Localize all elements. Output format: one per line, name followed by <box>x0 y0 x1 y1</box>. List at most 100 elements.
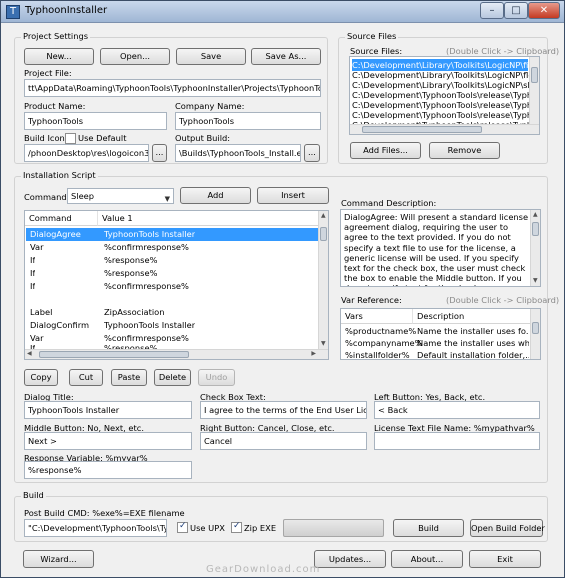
dialog-title-input[interactable]: TyphoonTools Installer <box>24 401 192 419</box>
var-reference-label: Var Reference: <box>341 295 402 305</box>
left-button-input[interactable]: < Back <box>374 401 540 419</box>
response-variable-input[interactable]: %response% <box>24 461 192 479</box>
minimize-button[interactable]: – <box>480 2 504 19</box>
post-build-input[interactable]: "C:\Development\TyphoonTools\Typho <box>24 519 167 537</box>
wizard-button[interactable]: Wizard... <box>23 550 94 568</box>
scroll-thumb[interactable] <box>362 126 482 133</box>
scroll-down-icon[interactable]: ▼ <box>533 277 538 285</box>
source-list-hscroll[interactable] <box>350 124 539 134</box>
cell-command: If <box>30 281 36 291</box>
post-build-label: Post Build CMD: %exe%=EXE filename <box>24 508 185 518</box>
build-icon-input[interactable]: /phoonDesktop\res\logoicon3.ico <box>24 144 149 162</box>
output-build-input[interactable]: \Builds\TyphoonTools_Install.exe <box>175 144 301 162</box>
delete-button[interactable]: Delete <box>154 369 191 386</box>
column-header-command[interactable]: Command <box>25 211 98 226</box>
scroll-up-icon[interactable]: ▲ <box>533 211 538 219</box>
zip-exe-checkbox[interactable] <box>231 521 242 533</box>
build-group: Build Post Build CMD: %exe%=EXE filename… <box>14 490 548 542</box>
scroll-thumb[interactable] <box>531 67 538 83</box>
command-description-box[interactable]: DialogAgree: Will present a standard lic… <box>340 209 541 287</box>
var-description: Name the installer uses when ... <box>417 338 529 348</box>
var-description: Default installation folder,... <box>417 350 529 360</box>
product-name-input[interactable]: TyphoonTools <box>24 112 167 130</box>
source-files-list[interactable]: C:\Development\Library\Toolkits\LogicNP\… <box>349 56 540 135</box>
source-files-label: Source Files: <box>350 46 403 56</box>
cell-value: %confirmresponse% <box>104 333 189 343</box>
close-button[interactable]: ✕ <box>528 2 560 19</box>
right-button-input[interactable]: Cancel <box>200 432 367 450</box>
cell-value: %confirmresponse% <box>104 242 189 252</box>
use-upx-label: Use UPX <box>190 523 225 533</box>
chevron-down-icon: ▼ <box>164 195 170 203</box>
scroll-thumb[interactable] <box>532 322 539 334</box>
column-header-vars[interactable]: Vars <box>341 309 413 324</box>
updates-button[interactable]: Updates... <box>314 550 386 568</box>
description-vscroll[interactable]: ▲ ▼ <box>530 210 540 286</box>
var-list-vscroll[interactable] <box>530 309 540 359</box>
cell-command: If <box>30 255 36 265</box>
new-button[interactable]: New... <box>24 48 94 65</box>
cell-command: Var <box>30 242 44 252</box>
script-list-vscroll[interactable]: ▲ ▼ <box>318 211 328 349</box>
exit-button[interactable]: Exit <box>469 550 541 568</box>
var-name[interactable]: %productname% <box>345 326 416 336</box>
cell-value: %response% <box>104 268 158 278</box>
command-label: Command: <box>24 192 70 202</box>
app-icon: T <box>6 5 20 19</box>
window-title: TyphoonInstaller <box>25 5 108 16</box>
open-button[interactable]: Open... <box>100 48 170 65</box>
column-header-value[interactable]: Value 1 <box>98 211 319 226</box>
save-as-button[interactable]: Save As... <box>251 48 321 65</box>
var-reference-list[interactable]: Vars Description %productname% Name the … <box>340 308 541 360</box>
cell-command: Label <box>30 307 53 317</box>
command-select[interactable]: Sleep ▼ <box>67 188 174 204</box>
license-file-input[interactable] <box>374 432 540 450</box>
use-upx-checkbox[interactable] <box>177 521 188 533</box>
use-default-checkbox[interactable] <box>65 133 76 144</box>
source-list-vscroll[interactable] <box>529 57 539 124</box>
add-files-button[interactable]: Add Files... <box>350 142 421 159</box>
cell-value: TyphoonTools Installer <box>104 320 196 330</box>
copy-button[interactable]: Copy <box>24 369 58 386</box>
zip-exe-label: Zip EXE <box>244 523 277 533</box>
middle-button-input[interactable]: Next > <box>24 432 192 450</box>
save-button[interactable]: Save <box>176 48 246 65</box>
undo-button[interactable]: Undo <box>198 369 235 386</box>
add-command-button[interactable]: Add <box>180 187 251 204</box>
company-name-label: Company Name: <box>175 101 245 111</box>
cut-button[interactable]: Cut <box>69 369 103 386</box>
project-file-input[interactable]: tt\AppData\Roaming\TyphoonTools\TyphoonI… <box>24 79 321 97</box>
open-build-folder-button[interactable]: Open Build Folder <box>470 519 545 537</box>
watermark: GearDownload.com <box>206 564 321 575</box>
script-list[interactable]: Command Value 1 DialogAgree TyphoonTools… <box>24 210 329 360</box>
scroll-left-icon[interactable]: ◀ <box>27 350 32 358</box>
paste-button[interactable]: Paste <box>111 369 147 386</box>
company-name-input[interactable]: TyphoonTools <box>175 112 321 130</box>
output-build-label: Output Build: <box>175 133 231 143</box>
scroll-thumb[interactable] <box>320 227 327 241</box>
insert-command-button[interactable]: Insert <box>257 187 329 204</box>
scroll-thumb[interactable] <box>39 351 189 358</box>
maximize-button[interactable]: □ <box>504 2 528 19</box>
main-window: T TyphoonInstaller – □ ✕ Project Setting… <box>0 0 565 578</box>
build-button[interactable]: Build <box>393 519 464 537</box>
var-name[interactable]: %installfolder% <box>345 350 410 359</box>
scroll-right-icon[interactable]: ▶ <box>311 350 316 358</box>
scroll-down-icon[interactable]: ▼ <box>321 340 326 348</box>
source-files-group: Source Files Source Files: (Double Click… <box>338 31 559 164</box>
output-build-browse-button[interactable]: ... <box>304 144 320 162</box>
source-files-hint: (Double Click -> Clipboard) <box>446 46 560 56</box>
title-bar[interactable]: T TyphoonInstaller – □ ✕ <box>1 1 564 23</box>
script-list-hscroll[interactable]: ◀ ▶ <box>25 349 328 359</box>
cell-value: TyphoonTools Installer <box>104 229 196 239</box>
check-box-text-input[interactable]: I agree to the terms of the End User Lic… <box>200 401 367 419</box>
cell-command: DialogAgree <box>30 229 81 239</box>
scroll-thumb[interactable] <box>532 222 539 236</box>
build-icon-browse-button[interactable]: ... <box>152 144 167 162</box>
remove-button[interactable]: Remove <box>429 142 500 159</box>
project-file-label: Project File: <box>24 68 72 78</box>
column-header-description[interactable]: Description <box>413 309 532 324</box>
scroll-up-icon[interactable]: ▲ <box>321 212 326 220</box>
about-button[interactable]: About... <box>391 550 463 568</box>
var-name[interactable]: %companyname% <box>345 338 423 348</box>
